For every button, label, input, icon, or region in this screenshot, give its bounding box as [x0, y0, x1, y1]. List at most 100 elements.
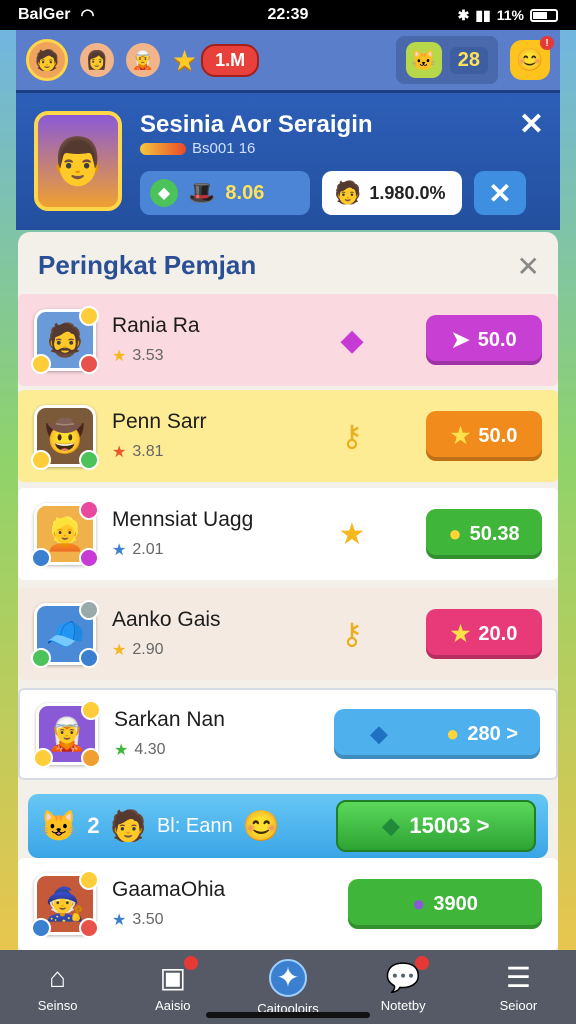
- player-avatar: 👱: [31, 500, 99, 568]
- player-name: Rania Ra: [112, 314, 200, 337]
- hat-icon: 🎩: [188, 180, 216, 205]
- resource-bar: 🧑 👩 🧝 ★ 1.M 🐱 28 😊 !: [16, 30, 560, 90]
- player-avatar[interactable]: 🧑: [26, 39, 68, 81]
- gold-stat[interactable]: ◆ 🎩 8.06: [140, 171, 310, 215]
- player-name: GaamaOhia: [112, 878, 226, 901]
- nav-label: Seioor: [499, 998, 538, 1013]
- menu-icon: ☰: [505, 962, 531, 993]
- player-avatar: 🧔: [31, 306, 99, 374]
- player-avatar: 🧢: [31, 600, 99, 668]
- star-icon: ★: [338, 517, 366, 551]
- gem-button[interactable]: ◆: [334, 709, 424, 759]
- close-icon[interactable]: ✕: [517, 250, 540, 283]
- wifi-icon: ◠: [80, 7, 95, 24]
- leaderboard-row[interactable]: 🧔 Rania Ra ★ 3.53 ◆ ➤ 50.0: [18, 294, 558, 386]
- leaderboard-row[interactable]: 🧢 Aanko Gais ★ 2.90 ⚷ ★ 20.0: [18, 588, 558, 680]
- player-avatar: 🤠: [31, 405, 99, 470]
- leaderboard-row[interactable]: 🤠 Penn Sarr ★ 3.81 ⚷ ★ 50.0: [18, 390, 558, 482]
- star-icon: ★: [172, 44, 198, 76]
- key-icon: ⚷: [341, 617, 363, 651]
- player-score: 3.53: [132, 347, 164, 364]
- friend-avatar-1[interactable]: 👩: [80, 43, 114, 77]
- leaderboard-row[interactable]: 🧙 GaamaOhia ★ 3.50 ● 3900: [18, 858, 558, 950]
- reward-value: 50.0: [477, 328, 517, 351]
- status-bar: BalGer ◠ 22:39 ✱ ▮▮ 11%: [0, 0, 576, 30]
- resource-count: 28: [449, 46, 488, 74]
- player-name: Aanko Gais: [112, 608, 221, 631]
- nav-home[interactable]: ⌂ Seinso: [0, 950, 115, 1024]
- notification-badge: [184, 956, 199, 970]
- percent-stat[interactable]: 🧑 1.980.0%: [322, 171, 462, 215]
- leaf-icon: ◆: [150, 179, 178, 207]
- player-name: Mennsiat Uagg: [112, 508, 254, 531]
- level-pill: 1.M: [201, 43, 260, 77]
- mascot-icon: 🐱: [405, 42, 442, 78]
- star-icon: ★: [114, 742, 129, 759]
- character-icon: 🧑: [109, 809, 147, 843]
- level-indicator[interactable]: ★ 1.M: [172, 43, 260, 77]
- star-icon: ★: [112, 642, 127, 659]
- home-indicator[interactable]: [206, 1012, 370, 1018]
- player-avatar: 🧙: [31, 870, 99, 938]
- profile-id: Bs001 16: [192, 140, 256, 157]
- star-icon: ★: [450, 423, 471, 448]
- reward-button[interactable]: ★ 50.0: [426, 411, 542, 461]
- chest-icon: ▣: [159, 962, 187, 993]
- player-score: 2.01: [132, 541, 164, 558]
- character-icon: 🧑: [334, 180, 362, 205]
- reward-button[interactable]: ● 3900: [348, 879, 542, 929]
- cat-icon: 😺: [40, 809, 78, 843]
- nav-label: Seinso: [37, 997, 78, 1013]
- notification-badge: !: [540, 36, 554, 50]
- gold-value: 8.06: [225, 181, 265, 204]
- star-icon: ★: [112, 912, 127, 929]
- player-score: 3.81: [132, 443, 164, 460]
- star-icon: ★: [112, 444, 127, 461]
- carrier-label: BalGer: [18, 6, 71, 23]
- player-name: Penn Sarr: [112, 410, 207, 433]
- player-score: 2.90: [132, 641, 164, 658]
- player-score: 3.50: [132, 911, 164, 928]
- profile-name: Sesinia Aor Seraigin: [140, 111, 373, 138]
- gem-icon: ◆: [382, 813, 400, 838]
- close-icon[interactable]: ✕: [519, 107, 544, 142]
- resource-counter[interactable]: 🐱 28: [395, 36, 498, 84]
- reward-button[interactable]: ★ 20.0: [426, 609, 542, 659]
- reward-button[interactable]: ● 280 >: [424, 709, 540, 759]
- reward-button[interactable]: ● 50.38: [426, 509, 542, 559]
- percent-value: 1.980.0%: [369, 182, 446, 203]
- orb-icon: ●: [412, 891, 426, 916]
- player-avatar: 🧝: [33, 700, 101, 768]
- home-icon: ⌂: [49, 961, 67, 993]
- player-rank: 2: [87, 813, 100, 838]
- profile-header: 👨 Sesinia Aor Seraigin Bs001 16 ✕ ◆ 🎩 8.…: [16, 90, 560, 230]
- xp-bar: [140, 143, 186, 155]
- smile-icon: 😊: [242, 809, 280, 843]
- player-name: Sarkan Nan: [114, 708, 225, 731]
- friend-avatar-2[interactable]: 🧝: [126, 43, 160, 77]
- leaderboard-panel: Peringkat Pemjan ✕ 🧔 Rania Ra ★ 3.53 ◆ ➤ …: [18, 232, 558, 952]
- clock: 22:39: [267, 6, 309, 23]
- nav-label: Notetby: [380, 998, 426, 1013]
- nav-settings[interactable]: ☰ Seioor: [461, 950, 576, 1024]
- reward-value: 280 >: [467, 722, 518, 745]
- compass-icon: ✦: [269, 958, 307, 997]
- reward-value: 50.0: [478, 424, 518, 447]
- coin-icon: ●: [446, 721, 460, 746]
- gem-icon: ◆: [340, 323, 364, 357]
- battery-percent: 11%: [496, 7, 524, 23]
- battery-icon: [530, 8, 558, 22]
- leaderboard-row[interactable]: 👱 Mennsiat Uagg ★ 2.01 ★ ● 50.38: [18, 488, 558, 580]
- claim-value: 15003 >: [409, 813, 490, 838]
- claim-button[interactable]: ◆ 15003 >: [336, 800, 536, 852]
- gift-button[interactable]: 😊 !: [510, 36, 554, 80]
- signal-icon: ▮▮: [475, 6, 491, 23]
- leaderboard-title: Peringkat Pemjan: [38, 250, 257, 280]
- reward-button[interactable]: ➤ 50.0: [426, 315, 542, 365]
- star-icon: ★: [450, 621, 471, 646]
- star-icon: ★: [112, 542, 127, 559]
- leaderboard-row[interactable]: 🧝 Sarkan Nan ★ 4.30 ◆ ● 280 >: [18, 688, 558, 780]
- close-button[interactable]: ✕: [474, 171, 526, 215]
- reward-value: 50.38: [469, 522, 520, 545]
- current-player-row[interactable]: 😺 2 🧑 Bl: Eann 😊 ◆ 15003 >: [28, 794, 548, 858]
